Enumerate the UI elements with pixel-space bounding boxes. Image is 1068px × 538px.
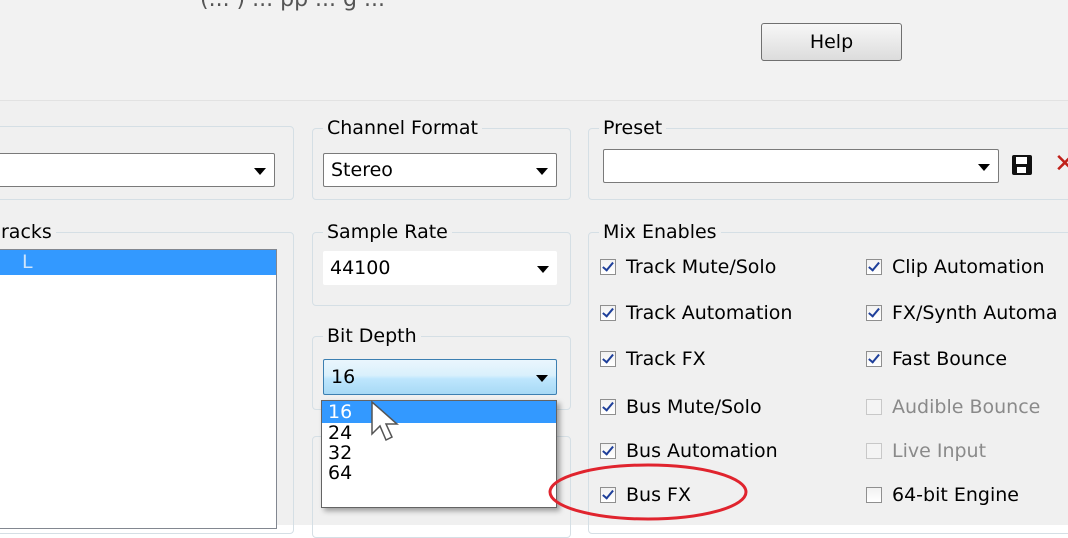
track-list-item[interactable]: L [0, 250, 276, 275]
preset-legend: Preset [599, 115, 667, 141]
cropped-caption: (... ) ... pp ... g ... [200, 0, 385, 12]
checkbox-label: Track Automation [626, 302, 793, 324]
checkbox-box[interactable] [600, 305, 616, 321]
checkbox-label: Clip Automation [892, 256, 1045, 278]
chevron-down-icon [254, 168, 266, 175]
tracks-group: racks L [0, 219, 294, 534]
channel-format-group: Channel Format Stereo [312, 115, 571, 200]
checkbox-box[interactable] [866, 351, 882, 367]
checkbox-label: Track FX [626, 348, 706, 370]
channel-format-legend: Channel Format [323, 115, 482, 141]
checkbox-box[interactable] [866, 399, 882, 415]
checkbox-box[interactable] [866, 259, 882, 275]
sample-rate-combo[interactable]: 44100 [323, 251, 557, 285]
sample-rate-group: Sample Rate 44100 [312, 219, 571, 306]
red-x-icon[interactable]: ✕ [1054, 149, 1068, 179]
tracks-listbox[interactable]: L [0, 249, 277, 529]
chevron-down-icon [536, 375, 548, 382]
bit-depth-option-16[interactable]: 16 [322, 401, 556, 423]
checkbox-label: Audible Bounce [892, 396, 1041, 418]
checkbox-box[interactable] [600, 351, 616, 367]
tracks-legend: racks [0, 219, 56, 245]
bit-depth-value: 16 [331, 366, 356, 388]
bit-depth-option-32[interactable]: 32 [322, 443, 556, 463]
checkbox-label: 64-bit Engine [892, 484, 1019, 506]
chevron-down-icon [536, 168, 548, 175]
preset-combo[interactable] [603, 149, 999, 183]
bit-depth-combo[interactable]: 16 [323, 359, 557, 395]
checkbox-label: Bus Automation [626, 440, 778, 462]
left-top-group [0, 126, 294, 200]
checkbox-label: Bus Mute/Solo [626, 396, 762, 418]
checkbox-label: Track Mute/Solo [626, 256, 777, 278]
bit-depth-option-64[interactable]: 64 [322, 463, 556, 483]
channel-format-value: Stereo [331, 159, 393, 181]
checkbox-box[interactable] [600, 259, 616, 275]
preset-group: Preset [588, 115, 1068, 200]
bit-depth-option-24[interactable]: 24 [322, 423, 556, 443]
checkbox-box[interactable] [866, 305, 882, 321]
checkbox-label: FX/Synth Automa [892, 302, 1058, 324]
checkbox-label: Live Input [892, 440, 987, 462]
bit-depth-legend: Bit Depth [323, 323, 421, 349]
checkbox-label: Fast Bounce [892, 348, 1008, 370]
chevron-down-icon [978, 164, 990, 171]
chevron-down-icon [537, 266, 549, 273]
checkbox-box[interactable] [600, 443, 616, 459]
mouse-pointer-icon [371, 400, 399, 442]
left-top-combo[interactable] [0, 153, 275, 187]
checkbox-box[interactable] [866, 487, 882, 503]
sample-rate-value: 44100 [330, 257, 391, 279]
floppy-disk-icon[interactable] [1012, 155, 1032, 175]
help-button[interactable]: Help [761, 23, 902, 61]
top-toolbar: (... ) ... pp ... g ... Help [0, 0, 1068, 101]
channel-format-combo[interactable]: Stereo [323, 153, 557, 187]
mix-enables-legend: Mix Enables [599, 219, 721, 245]
checkbox-box[interactable] [600, 399, 616, 415]
sample-rate-legend: Sample Rate [323, 219, 452, 245]
track-list-item-label: L [22, 251, 33, 273]
bit-depth-group: Bit Depth 16 [312, 323, 571, 410]
checkbox-box[interactable] [866, 443, 882, 459]
bit-depth-dropdown-list[interactable]: 16 24 32 64 [321, 400, 557, 508]
annotation-ellipse [548, 463, 748, 521]
